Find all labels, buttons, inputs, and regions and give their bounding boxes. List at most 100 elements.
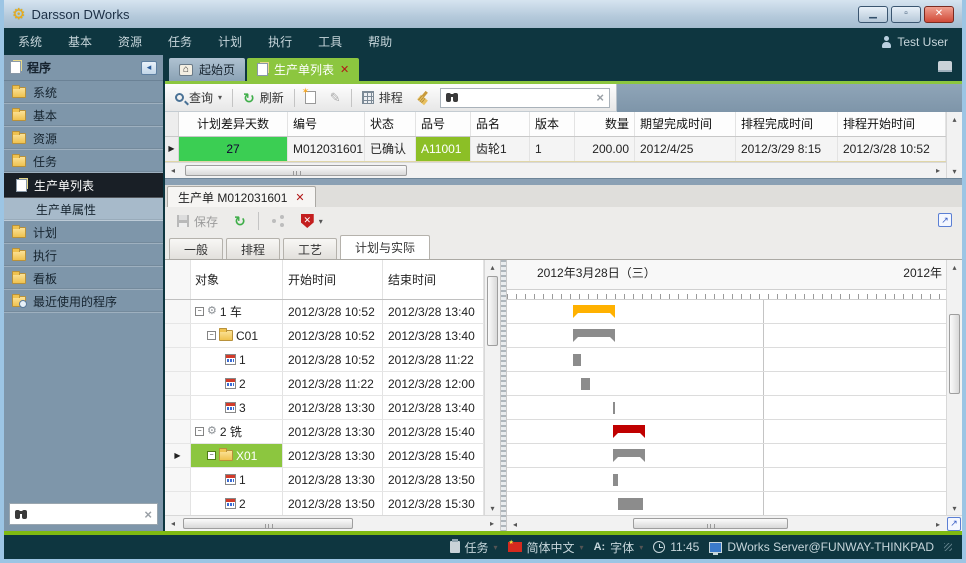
collapse-icon[interactable]: − [207,451,216,460]
table-row[interactable]: 2 2012/3/28 11:22 2012/3/28 12:00 [165,372,484,396]
tab-home[interactable]: ⌂ 起始页 [169,58,245,81]
status-font-menu[interactable]: A:字体▾ [594,539,644,556]
table-row[interactable]: −C01 2012/3/28 10:52 2012/3/28 13:40 [165,324,484,348]
orders-grid-vscrollbar[interactable]: ▴ ▾ [946,112,962,178]
col-qty[interactable]: 数量 [575,112,635,136]
tab-general[interactable]: 一般 [169,238,223,259]
sidebar-item-task[interactable]: 任务 [4,150,163,173]
col-version[interactable]: 版本 [530,112,575,136]
cancel-confirm-button[interactable]: ✕▾ [297,212,327,230]
col-end-time[interactable]: 结束时间 [383,260,484,299]
menu-plan[interactable]: 计划 [218,33,242,50]
sidebar-item-plan[interactable]: 计划 [4,221,163,244]
scroll-left-icon[interactable]: ◂ [165,166,181,175]
tree-view-button[interactable] [267,213,289,229]
grid-search-clear-icon[interactable]: × [596,90,604,105]
query-button[interactable]: 查询▾ [171,87,226,108]
open-external-icon[interactable]: ↗ [938,213,952,227]
gantt-bar[interactable] [573,329,615,337]
sidebar-item-basic[interactable]: 基本 [4,104,163,127]
sidebar-item-kanban[interactable]: 看板 [4,267,163,290]
tab-process[interactable]: 工艺 [283,238,337,259]
scroll-down-icon[interactable]: ▾ [490,501,494,515]
gantt-vscrollbar[interactable]: ▴ ▾ [946,260,962,515]
gantt-bar[interactable] [613,402,616,414]
sidebar-item-order-props[interactable]: 生产单属性 [4,198,163,221]
menu-task[interactable]: 任务 [168,33,192,50]
col-item-no[interactable]: 品号 [416,112,471,136]
resize-grip[interactable] [944,543,952,551]
grid-search-input[interactable] [464,90,592,105]
menu-basic[interactable]: 基本 [68,33,92,50]
gantt-row[interactable] [507,492,946,515]
sidebar-search-clear-icon[interactable]: × [144,507,152,522]
sidebar-collapse-button[interactable]: ◂ [141,61,157,75]
table-row[interactable]: −⚙2 铣 2012/3/28 13:30 2012/3/28 15:40 [165,420,484,444]
scroll-right-icon[interactable]: ▸ [484,519,500,528]
gantt-bar[interactable] [618,498,643,510]
scroll-up-icon[interactable]: ▴ [952,112,956,126]
col-sched-finish[interactable]: 排程完成时间 [736,112,838,136]
col-start-time[interactable]: 开始时间 [283,260,383,299]
gantt-bar[interactable] [573,354,581,366]
menu-help[interactable]: 帮助 [368,33,392,50]
menu-execute[interactable]: 执行 [268,33,292,50]
table-row[interactable]: 1 2012/3/28 10:52 2012/3/28 11:22 [165,348,484,372]
sidebar-item-order-list[interactable]: 生产单列表 [4,173,163,198]
gantt-row[interactable] [507,300,946,324]
col-code[interactable]: 编号 [288,112,365,136]
gantt-row[interactable] [507,468,946,492]
minimize-button[interactable]: ▁ [858,6,888,23]
tab-schedule[interactable]: 排程 [226,238,280,259]
save-button[interactable]: 保存 [173,211,222,232]
table-row-selected[interactable]: ▶ −X01 2012/3/28 13:30 2012/3/28 15:40 [165,444,484,468]
col-status[interactable]: 状态 [365,112,416,136]
sidebar-search-input[interactable] [33,507,139,521]
sidebar-item-resource[interactable]: 资源 [4,127,163,150]
detail-refresh-button[interactable]: ↻ [230,212,250,230]
col-item-name[interactable]: 品名 [471,112,530,136]
plan-table-vscrollbar[interactable]: ▴ ▾ [484,260,500,515]
sidebar-item-system[interactable]: 系统 [4,81,163,104]
col-object[interactable]: 对象 [191,260,283,299]
new-button[interactable] [301,89,320,106]
scroll-down-icon[interactable]: ▾ [952,501,956,515]
table-row[interactable]: 3 2012/3/28 13:30 2012/3/28 13:40 [165,396,484,420]
collapse-icon[interactable]: − [195,427,204,436]
sidebar-item-execute[interactable]: 执行 [4,244,163,267]
gantt-row[interactable] [507,372,946,396]
clean-button[interactable] [413,89,434,106]
table-row[interactable]: 2 2012/3/28 13:50 2012/3/28 15:30 [165,492,484,516]
orders-grid-hscrollbar[interactable]: ◂ ▸ [165,162,946,178]
collapse-icon[interactable]: − [195,307,204,316]
collapse-icon[interactable]: − [207,331,216,340]
gantt-bar[interactable] [613,425,646,433]
user-badge[interactable]: Test User [881,35,948,49]
menu-system[interactable]: 系统 [18,33,42,50]
gantt-hscrollbar[interactable]: ◂ ▸ [507,516,946,532]
table-row[interactable]: −⚙1 车 2012/3/28 10:52 2012/3/28 13:40 [165,300,484,324]
gantt-popout-icon[interactable]: ↗ [947,517,961,531]
gantt-row[interactable] [507,324,946,348]
gantt-bar[interactable] [573,305,615,313]
gantt-row[interactable] [507,444,946,468]
gantt-row[interactable] [507,420,946,444]
order-row[interactable]: ▶ 27 M012031601 已确认 A11001 齿轮1 1 200.00 … [165,137,946,163]
menu-resource[interactable]: 资源 [118,33,142,50]
scroll-left-icon[interactable]: ◂ [165,519,181,528]
table-row[interactable]: 1 2012/3/28 13:30 2012/3/28 13:50 [165,468,484,492]
doc-tab-close-icon[interactable]: ✕ [295,191,304,204]
gantt-bar[interactable] [613,474,618,486]
close-button[interactable]: ✕ [924,6,954,23]
gantt-bar[interactable] [581,378,591,390]
scroll-down-icon[interactable]: ▾ [952,164,956,178]
status-task-menu[interactable]: 任务▾ [450,539,498,556]
detail-doc-tab[interactable]: 生产单 M012031601 ✕ [167,186,316,207]
plan-table-hscrollbar[interactable]: ◂ ▸ [165,515,500,531]
status-language-menu[interactable]: 简体中文▾ [508,539,584,556]
tab-close-icon[interactable]: ✕ [340,63,349,76]
refresh-button[interactable]: ↻刷新 [239,87,288,108]
pin-icon[interactable] [938,61,952,70]
scroll-up-icon[interactable]: ▴ [952,260,956,274]
scroll-right-icon[interactable]: ▸ [930,166,946,175]
